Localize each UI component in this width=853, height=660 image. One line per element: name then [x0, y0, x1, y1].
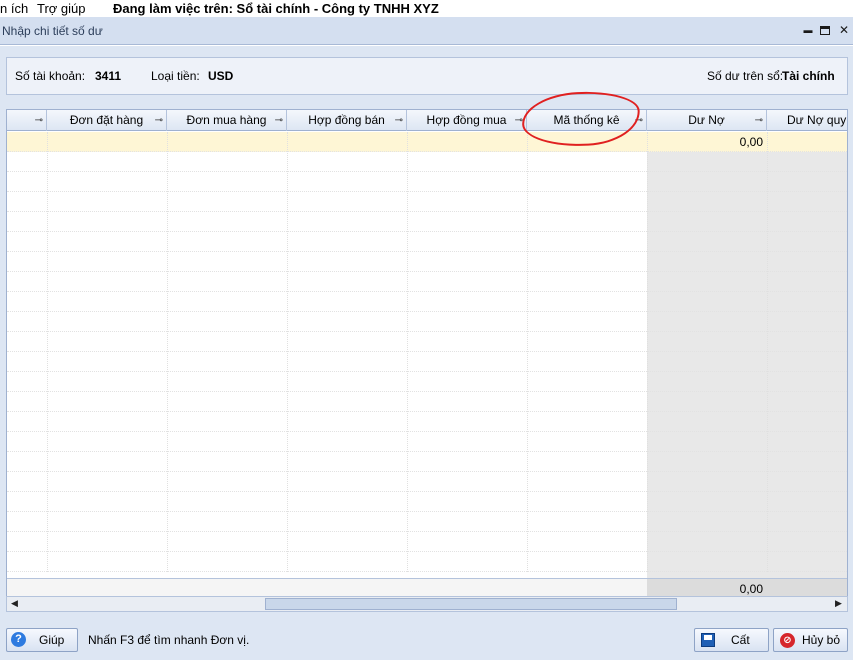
column-header-sales-contract[interactable]: Hợp đồng bán ⊸ — [287, 110, 407, 131]
table-row[interactable] — [7, 252, 847, 272]
table-row[interactable] — [7, 272, 847, 292]
table-row[interactable] — [7, 312, 847, 332]
cancel-icon: ⊘ — [780, 633, 795, 648]
table-row[interactable] — [7, 492, 847, 512]
currency-label: Loại tiền: — [151, 69, 200, 83]
account-label: Số tài khoản: — [15, 69, 86, 83]
table-row[interactable] — [7, 352, 847, 372]
dialog-body: Số tài khoản: 3411 Loại tiền: USD Số dư … — [0, 46, 853, 660]
column-header-purchase-contract[interactable]: Hợp đồng mua ⊸ — [407, 110, 527, 131]
ledger-value: Tài chính — [782, 69, 835, 83]
table-row[interactable] — [7, 432, 847, 452]
dialog-title: Nhập chi tiết số dư — [2, 24, 103, 38]
table-row[interactable] — [7, 532, 847, 552]
pin-icon[interactable]: ⊸ — [35, 110, 43, 131]
column-header-debit[interactable]: Dư Nợ ⊸ — [647, 110, 767, 131]
scroll-right-icon[interactable]: ▶ — [835, 598, 842, 609]
column-header-label: Dư Nợ — [688, 113, 725, 127]
grid-summary-row: 0,00 — [7, 578, 847, 598]
column-header-label: Đơn mua hàng — [186, 113, 267, 127]
menu-item-help[interactable]: Trợ giúp — [37, 1, 86, 16]
column-divider — [407, 132, 408, 572]
maximize-button[interactable] — [818, 22, 832, 38]
table-row[interactable] — [7, 392, 847, 412]
dialog-footer: ? Giúp Nhấn F3 để tìm nhanh Đơn vị. Cất … — [0, 628, 853, 660]
save-button[interactable]: Cất — [694, 628, 769, 652]
save-icon — [701, 633, 715, 647]
column-divider — [767, 132, 768, 572]
column-header-row-indicator[interactable]: ⊸ — [7, 110, 47, 131]
column-header-label: Hợp đồng mua — [426, 113, 507, 127]
column-divider — [167, 132, 168, 572]
pin-icon[interactable]: ⊸ — [275, 110, 283, 131]
pin-icon[interactable]: ⊸ — [395, 110, 403, 131]
menu-bar: n ích Trợ giúp Đang làm việc trên: Sổ tà… — [0, 0, 853, 17]
scroll-left-icon[interactable]: ◀ — [11, 598, 18, 609]
working-context: Đang làm việc trên: Sổ tài chính - Công … — [113, 1, 439, 16]
balance-detail-grid[interactable]: ⊸ Đơn đặt hàng ⊸ Đơn mua hàng ⊸ Hợp đồng b… — [6, 109, 848, 599]
close-button[interactable]: ✕ — [837, 22, 851, 38]
table-row[interactable] — [7, 152, 847, 172]
pin-icon[interactable]: ⊸ — [755, 110, 763, 131]
column-header-label: Hợp đồng bán — [308, 113, 385, 127]
table-row[interactable] — [7, 212, 847, 232]
table-row[interactable] — [7, 552, 847, 572]
currency-value: USD — [208, 69, 234, 83]
debit-cell[interactable]: 0,00 — [647, 135, 763, 149]
table-row[interactable] — [7, 412, 847, 432]
cancel-button-label: Hủy bỏ — [802, 633, 841, 647]
column-divider — [527, 132, 528, 572]
column-divider — [287, 132, 288, 572]
table-row[interactable] — [7, 452, 847, 472]
horizontal-scrollbar[interactable]: ◀ ▶ — [6, 596, 848, 612]
column-header-sales-order[interactable]: Đơn đặt hàng ⊸ — [47, 110, 167, 131]
maximize-icon — [820, 26, 830, 36]
save-button-label: Cất — [731, 633, 750, 647]
table-row[interactable] — [7, 372, 847, 392]
table-row[interactable] — [7, 192, 847, 212]
column-header-purchase-order[interactable]: Đơn mua hàng ⊸ — [167, 110, 287, 131]
account-value: 3411 — [95, 69, 122, 83]
account-info-panel: Số tài khoản: 3411 Loại tiền: USD Số dư … — [6, 57, 848, 95]
table-row[interactable] — [7, 512, 847, 532]
table-row[interactable] — [7, 472, 847, 492]
grid-rows: 0,00 — [7, 132, 847, 578]
cancel-button[interactable]: ⊘ Hủy bỏ — [773, 628, 848, 652]
hint-text: Nhấn F3 để tìm nhanh Đơn vị. — [88, 633, 250, 647]
column-header-label: Đơn đặt hàng — [69, 113, 144, 127]
column-divider — [47, 132, 48, 572]
column-divider — [647, 132, 648, 572]
ledger-label: Số dư trên sổ: — [707, 69, 784, 83]
menu-item-utilities[interactable]: n ích — [0, 1, 28, 16]
minimize-button[interactable]: ▬ — [801, 22, 815, 38]
help-button[interactable]: ? Giúp — [6, 628, 78, 652]
table-row[interactable]: 0,00 — [7, 132, 847, 152]
column-header-label: Dư Nợ quy đ — [787, 113, 847, 127]
help-icon: ? — [11, 632, 26, 647]
table-row[interactable] — [7, 332, 847, 352]
table-row[interactable] — [7, 232, 847, 252]
table-row[interactable] — [7, 172, 847, 192]
total-debit: 0,00 — [739, 582, 763, 596]
pin-icon[interactable]: ⊸ — [155, 110, 163, 131]
grid-header: ⊸ Đơn đặt hàng ⊸ Đơn mua hàng ⊸ Hợp đồng b… — [7, 110, 847, 131]
column-header-debit-converted[interactable]: Dư Nợ quy đ — [767, 110, 847, 131]
dialog-titlebar: Nhập chi tiết số dư ▬ ✕ — [0, 17, 853, 45]
help-button-label: Giúp — [39, 633, 65, 647]
scrollbar-thumb[interactable] — [265, 598, 677, 610]
table-row[interactable] — [7, 292, 847, 312]
